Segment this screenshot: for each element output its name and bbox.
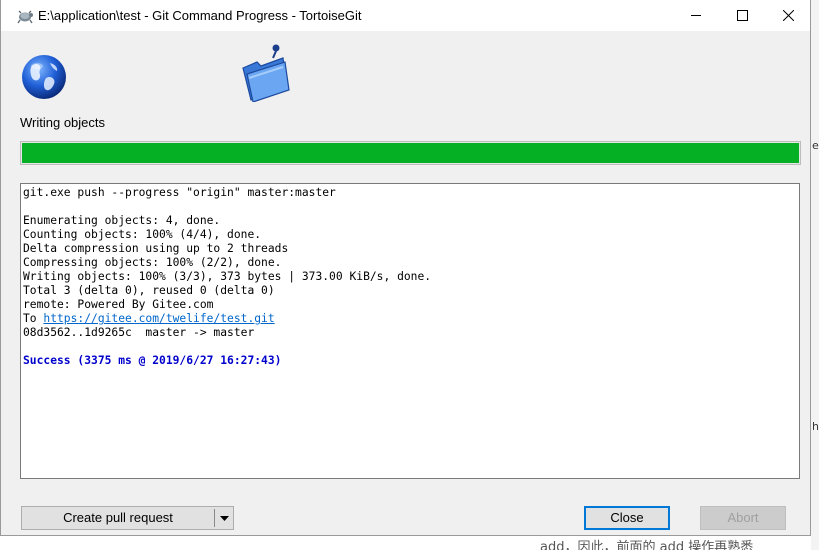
log-line: Enumerating objects: 4, done. [23,214,221,227]
log-line: Writing objects: 100% (3/3), 373 bytes |… [23,270,432,283]
log-line-remote-url: To https://gitee.com/twelife/test.git [23,312,799,326]
tortoisegit-icon [16,7,34,25]
title-bar[interactable]: E:\application\test - Git Command Progre… [1,0,810,31]
success-message: Success (3375 ms @ 2019/6/27 16:27:43) [23,354,282,367]
log-line: Counting objects: 100% (4/4), done. [23,228,262,241]
log-line: remote: Powered By Gitee.com [23,298,214,311]
close-button[interactable]: Close [584,506,670,530]
maximize-icon [737,10,748,21]
log-line: Total 3 (delta 0), reused 0 (delta 0) [23,284,275,297]
background-fragment: h [812,420,819,433]
maximize-button[interactable] [719,0,765,31]
log-line: Compressing objects: 100% (2/2), done. [23,256,282,269]
log-to-prefix: To [23,312,44,325]
minimize-button[interactable] [673,0,719,31]
background-fragment: e [812,139,819,152]
progress-fill [22,143,799,163]
folder-icon [239,42,291,103]
globe-icon [20,53,68,101]
remote-url-link[interactable]: https://gitee.com/twelife/test.git [43,312,274,325]
close-window-button[interactable] [765,0,811,31]
log-line: Delta compression using up to 2 threads [23,242,289,255]
create-pull-request-button[interactable]: Create pull request [21,506,234,530]
chevron-down-icon[interactable] [215,507,234,529]
log-line: git.exe push --progress "origin" master:… [23,186,336,199]
status-label: Writing objects [20,115,106,130]
background-window-edge [811,0,819,550]
create-pull-request-label: Create pull request [63,510,173,525]
window-title: E:\application\test - Git Command Progre… [38,8,362,23]
progress-bar [20,141,801,165]
log-line: 08d3562..1d9265c master -> master [23,326,255,339]
output-log[interactable]: git.exe push --progress "origin" master:… [20,183,800,479]
progress-dialog: E:\application\test - Git Command Progre… [0,0,811,536]
background-text: add，因此，前面的 add 操作再熟悉 [540,540,754,550]
close-icon [783,10,794,21]
abort-button: Abort [700,506,786,530]
minimize-icon [691,15,701,16]
